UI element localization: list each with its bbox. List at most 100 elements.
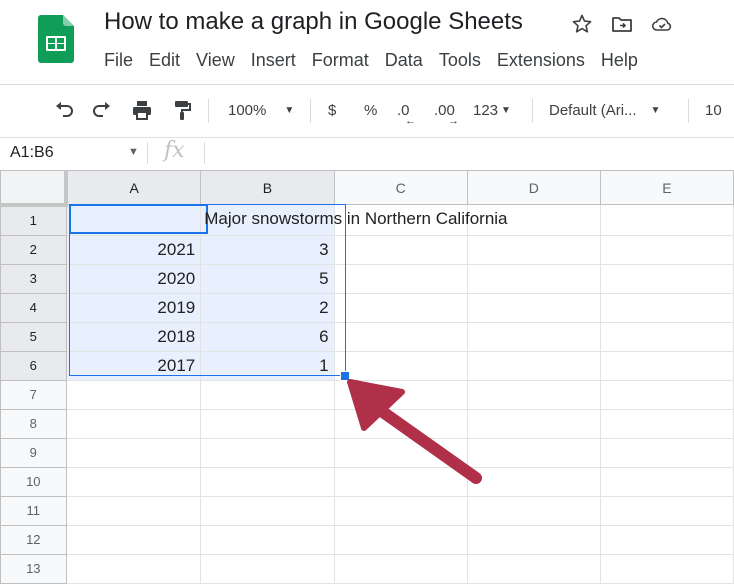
cloud-saved-icon[interactable] [650,12,674,36]
row-header[interactable]: 7 [0,379,67,410]
percent-format-button[interactable]: % [364,92,377,128]
cell-e1[interactable] [599,204,734,236]
cell-c4[interactable] [333,292,468,323]
currency-format-button[interactable]: $ [328,92,336,128]
move-to-folder-icon[interactable] [610,12,634,36]
cell-b7[interactable] [200,379,335,410]
cell-d2[interactable] [466,234,601,265]
cell-a5[interactable]: 2018 [65,321,202,352]
cell-c12[interactable] [333,524,468,555]
cell-b10[interactable] [200,466,335,497]
fill-handle[interactable] [340,371,350,381]
cell-a3[interactable]: 2020 [65,263,202,294]
row-header[interactable]: 11 [0,495,67,526]
cell-e12[interactable] [599,524,734,555]
row-header[interactable]: 6 [0,350,67,381]
cell-c13[interactable] [333,553,468,584]
row-header[interactable]: 10 [0,466,67,497]
zoom-select[interactable]: 100% ▼ [228,92,294,128]
menu-format[interactable]: Format [312,50,369,71]
decrease-decimal-button[interactable]: .0 ← [397,92,416,128]
row-header[interactable]: 12 [0,524,67,555]
cell-b13[interactable] [200,553,335,584]
cell-d6[interactable] [466,350,601,381]
cell-b12[interactable] [200,524,335,555]
increase-decimal-button[interactable]: .00 → [434,92,459,128]
cell-e5[interactable] [599,321,734,352]
font-size-select[interactable]: 10 [705,92,722,128]
font-select[interactable]: Default (Ari... ▼ [549,92,660,128]
cell-e2[interactable] [599,234,734,265]
cell-a2[interactable]: 2021 [65,234,202,265]
print-button[interactable] [130,92,154,128]
cell-d5[interactable] [466,321,601,352]
cell-c8[interactable] [333,408,468,439]
cell-b2[interactable]: 3 [200,234,335,265]
cell-d11[interactable] [466,495,601,526]
cell-a9[interactable] [65,437,202,468]
cell-e8[interactable] [599,408,734,439]
document-title[interactable]: How to make a graph in Google Sheets [104,8,523,36]
more-formats-button[interactable]: 123 ▼ [473,92,511,128]
menu-extensions[interactable]: Extensions [497,50,585,71]
row-header[interactable]: 5 [0,321,67,352]
cell-d9[interactable] [466,437,601,468]
cell-c7[interactable] [333,379,468,410]
row-header[interactable]: 1 [0,204,67,236]
row-header[interactable]: 13 [0,553,67,584]
cell-b8[interactable] [200,408,335,439]
cell-a10[interactable] [65,466,202,497]
column-header-c[interactable]: C [333,170,468,205]
cell-e13[interactable] [599,553,734,584]
cell-d12[interactable] [466,524,601,555]
cell-e3[interactable] [599,263,734,294]
sheets-logo-icon[interactable] [38,15,74,63]
cell-c5[interactable] [333,321,468,352]
cell-d3[interactable] [466,263,601,294]
cell-c10[interactable] [333,466,468,497]
formula-input[interactable] [214,144,714,166]
cell-a1[interactable] [65,204,202,236]
row-header[interactable]: 9 [0,437,67,468]
cell-c2[interactable] [333,234,468,265]
cell-e10[interactable] [599,466,734,497]
cell-a6[interactable]: 2017 [65,350,202,381]
menu-edit[interactable]: Edit [149,50,180,71]
undo-button[interactable] [52,92,76,128]
menu-help[interactable]: Help [601,50,638,71]
cell-c6[interactable] [333,350,468,381]
cell-e9[interactable] [599,437,734,468]
cell-b4[interactable]: 2 [200,292,335,323]
column-header-a[interactable]: A [65,170,202,205]
cell-b11[interactable] [200,495,335,526]
name-box-caret-icon[interactable]: ▼ [128,146,139,158]
cell-d13[interactable] [466,553,601,584]
cell-e6[interactable] [599,350,734,381]
redo-button[interactable] [90,92,114,128]
cell-b6[interactable]: 1 [200,350,335,381]
row-header[interactable]: 3 [0,263,67,294]
cell-d8[interactable] [466,408,601,439]
row-header[interactable]: 2 [0,234,67,265]
cell-b9[interactable] [200,437,335,468]
cell-a12[interactable] [65,524,202,555]
cell-d7[interactable] [466,379,601,410]
cell-a8[interactable] [65,408,202,439]
menu-data[interactable]: Data [385,50,423,71]
row-header[interactable]: 4 [0,292,67,323]
cell-b5[interactable]: 6 [200,321,335,352]
cell-c11[interactable] [333,495,468,526]
cell-c3[interactable] [333,263,468,294]
menu-insert[interactable]: Insert [251,50,296,71]
menu-file[interactable]: File [104,50,133,71]
menu-tools[interactable]: Tools [439,50,481,71]
cell-d10[interactable] [466,466,601,497]
column-header-e[interactable]: E [599,170,734,205]
cell-c9[interactable] [333,437,468,468]
cell-d4[interactable] [466,292,601,323]
paint-format-button[interactable] [170,92,194,128]
name-box[interactable]: A1:B6 [10,144,54,162]
cell-b3[interactable]: 5 [200,263,335,294]
cell-e4[interactable] [599,292,734,323]
cell-a7[interactable] [65,379,202,410]
